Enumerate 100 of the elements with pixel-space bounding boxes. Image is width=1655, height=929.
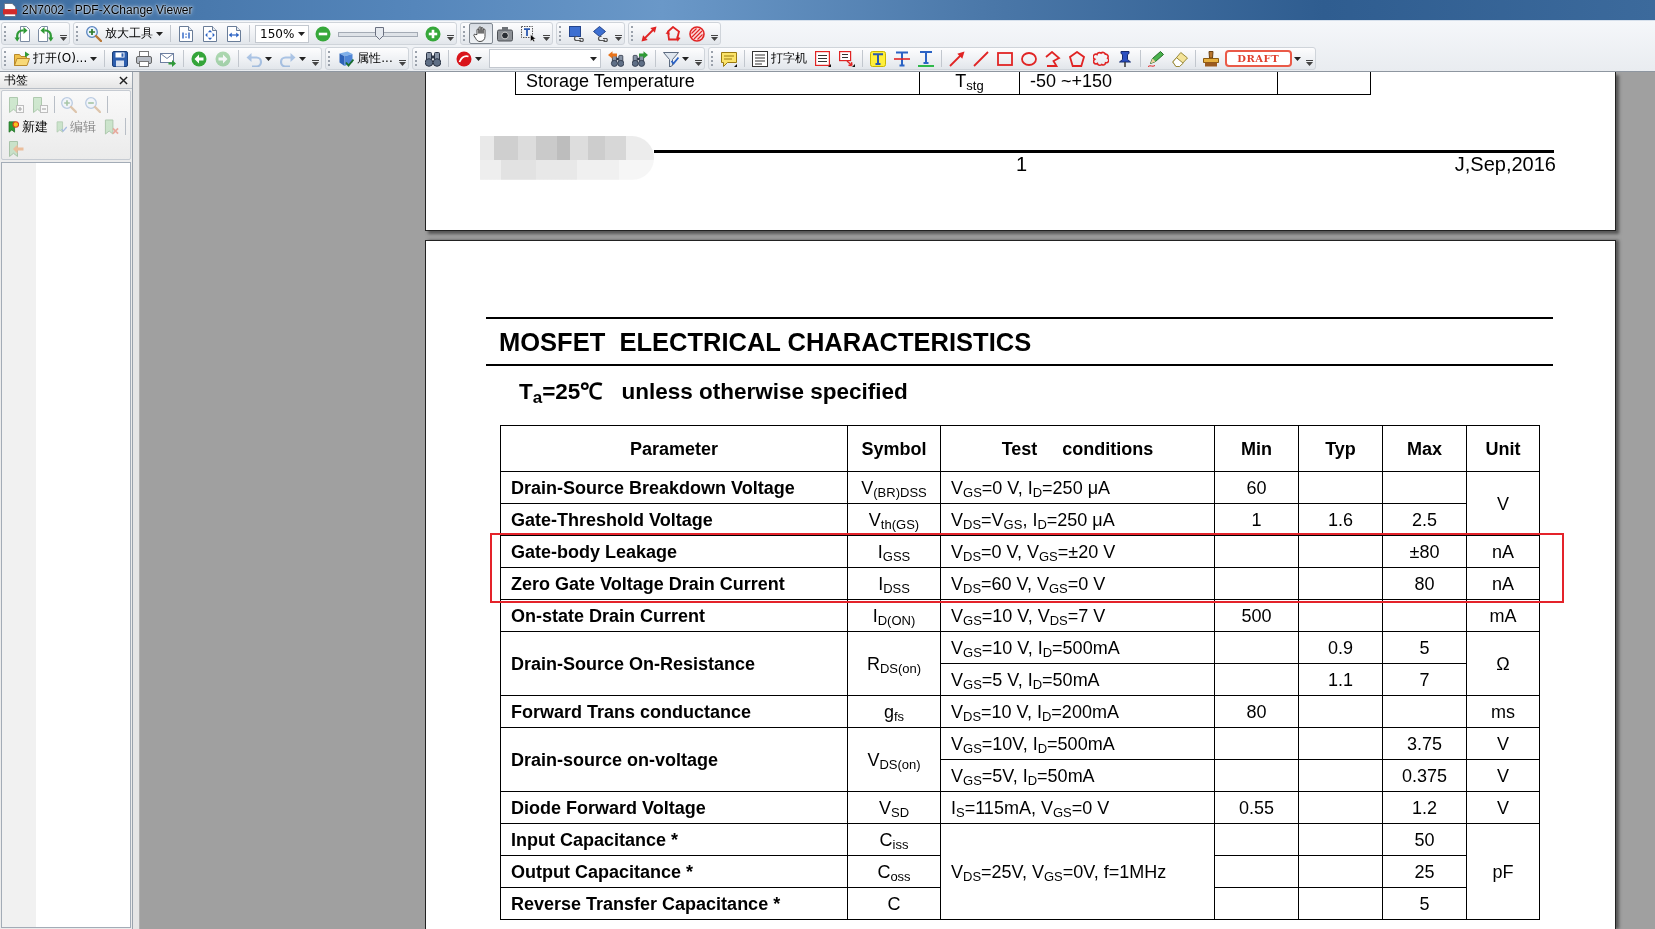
- toolbar-overflow-icon[interactable]: [711, 35, 718, 41]
- diamond-chain-icon: [593, 25, 609, 42]
- toolbar-overflow-icon[interactable]: [398, 60, 406, 66]
- zoom-tool-button[interactable]: 放大工具: [82, 23, 167, 44]
- properties-button[interactable]: 属性...: [334, 48, 397, 69]
- table-cell: V: [1466, 471, 1540, 536]
- eraser-icon: [1171, 50, 1188, 67]
- condition-note: unless otherwise specified: [621, 379, 908, 405]
- magnifier-plus-icon: [61, 96, 77, 113]
- underline-icon: [917, 50, 934, 67]
- polygon-arrows-icon: [665, 25, 681, 42]
- polyline-icon: [1044, 50, 1061, 67]
- typewriter-button[interactable]: 打字机: [747, 48, 811, 69]
- table-cell: ±80: [1382, 535, 1467, 568]
- column-header: Unit: [1466, 425, 1540, 472]
- speech-bubble-icon: [720, 50, 737, 67]
- table-cell: 50: [1382, 823, 1467, 856]
- table-cell: T$_{stg}$: [919, 72, 1020, 94]
- pencil-icon: [1147, 50, 1164, 67]
- zoom-in-icon: [425, 25, 441, 42]
- table-cell: R$_{DS(on)}$: [847, 631, 941, 696]
- stamp-preview-button[interactable]: DRAFT: [1224, 50, 1292, 67]
- panel-title: 书签: [4, 71, 28, 89]
- table-cell: Reverse Transfer Capacitance *: [500, 887, 848, 920]
- bookmark-arrow-icon: [8, 140, 24, 157]
- table-cell: nA: [1466, 535, 1540, 568]
- table-cell: Forward Trans conductance: [500, 695, 848, 728]
- double-arrow-icon: [641, 25, 657, 42]
- table-cell: mA: [1466, 599, 1540, 632]
- square-chain-icon: [569, 25, 585, 42]
- binoculars-left-arrow-icon: [607, 50, 624, 67]
- highlighted-letter-icon: [869, 50, 886, 67]
- table-cell: Output Capacitance *: [500, 855, 848, 888]
- column-header: Test conditions: [940, 425, 1215, 472]
- toolbar-overflow-icon[interactable]: [543, 35, 550, 41]
- column-header: Min: [1214, 425, 1299, 472]
- table-cell: 60: [1214, 471, 1299, 504]
- binoculars-right-arrow-icon: [631, 50, 648, 67]
- strikethrough-icon: [893, 50, 910, 67]
- table-cell: 1.2: [1382, 791, 1467, 824]
- window-title: 2N7002 - PDF-XChange Viewer: [22, 3, 193, 17]
- table-cell: ms: [1466, 695, 1540, 728]
- zoom-out-icon: [315, 25, 331, 42]
- toolbar-overflow-icon[interactable]: [615, 35, 622, 41]
- text-lines-icon: [751, 50, 768, 67]
- callout-icon: [838, 50, 855, 67]
- table-cell: V$_{DS}$=10 V, I$_{D}$=200mA: [940, 695, 1215, 728]
- table-cell: V$_{GS}$=0 V, I$_{D}$=250 μA: [940, 471, 1215, 504]
- zoom-level-dropdown[interactable]: 150%: [255, 24, 309, 43]
- camera-icon: [497, 25, 513, 42]
- table-cell: Input Capacitance *: [500, 823, 848, 856]
- table-cell: g$_{fs}$: [847, 695, 941, 728]
- page-number: 1: [1016, 152, 1028, 175]
- caret-icon: [298, 31, 305, 36]
- table-cell: 0.55: [1214, 791, 1299, 824]
- table-cell: V$_{GS}$=5 V, I$_{D}$=50mA: [940, 663, 1215, 696]
- column-header: Parameter: [500, 425, 848, 472]
- table-cell: V: [1466, 759, 1540, 792]
- table-cell: Gate-Threshold Voltage: [500, 503, 848, 536]
- section-heading: MOSFET ELECTRICAL CHARACTERISTICS: [499, 327, 1032, 357]
- table-cell: V$_{GS}$=10V, I$_{D}$=500mA: [940, 727, 1215, 760]
- temperature-condition: T$_{a}$=25℃: [519, 379, 603, 405]
- new-bookmark-button[interactable]: 新建: [4, 116, 53, 137]
- toolbar-overflow-icon[interactable]: [447, 35, 454, 41]
- table-cell: C$_{iss}$: [847, 823, 941, 856]
- bookmark-check-icon: [56, 118, 68, 135]
- open-button[interactable]: 打开(O)...: [10, 48, 102, 69]
- column-header: Max: [1382, 425, 1467, 472]
- funnel-icon: [662, 50, 679, 67]
- toolbar-overflow-icon[interactable]: [312, 60, 320, 66]
- table-cell: 80: [1214, 695, 1299, 728]
- table-cell: I$_{D(ON)}$: [847, 599, 941, 632]
- ellipse-icon: [1020, 50, 1037, 67]
- close-button[interactable]: [117, 74, 129, 86]
- caret-icon: [1294, 56, 1302, 61]
- bookmark-badge-icon: [8, 118, 20, 135]
- table-cell: I$_{S}$=115mA, V$_{GS}$=0 V: [940, 791, 1215, 824]
- zoom-slider[interactable]: [338, 27, 418, 40]
- hand-tool-button[interactable]: [469, 23, 493, 44]
- toolbar-overflow-icon[interactable]: [60, 35, 67, 41]
- search-field[interactable]: [488, 49, 601, 68]
- swoosh-logo-icon: [455, 50, 472, 67]
- table-cell: 80: [1382, 567, 1467, 600]
- hand-icon: [473, 25, 489, 42]
- caret-icon: [265, 56, 273, 61]
- bookmark-cross-icon: [104, 118, 120, 135]
- table-cell: 0.9: [1298, 631, 1383, 664]
- table-cell: 5: [1382, 631, 1467, 664]
- pentagon-icon: [1068, 50, 1085, 67]
- table-cell: V$_{DS(on)}$: [847, 727, 941, 792]
- caret-icon: [299, 56, 307, 61]
- footer-date: J,Sep,2016: [1454, 152, 1556, 175]
- toolbar-overflow-icon[interactable]: [1305, 60, 1313, 66]
- table-cell: I$_{DSS}$: [847, 567, 941, 600]
- fit-width-icon: [226, 25, 242, 42]
- slider-handle[interactable]: [374, 27, 384, 40]
- table-cell: Drain-Source On-Resistance: [500, 631, 848, 696]
- caret-icon: [156, 31, 163, 36]
- toolbar-overflow-icon[interactable]: [694, 60, 702, 66]
- table-cell: V$_{DS}$=60 V, V$_{GS}$=0 V: [940, 567, 1215, 600]
